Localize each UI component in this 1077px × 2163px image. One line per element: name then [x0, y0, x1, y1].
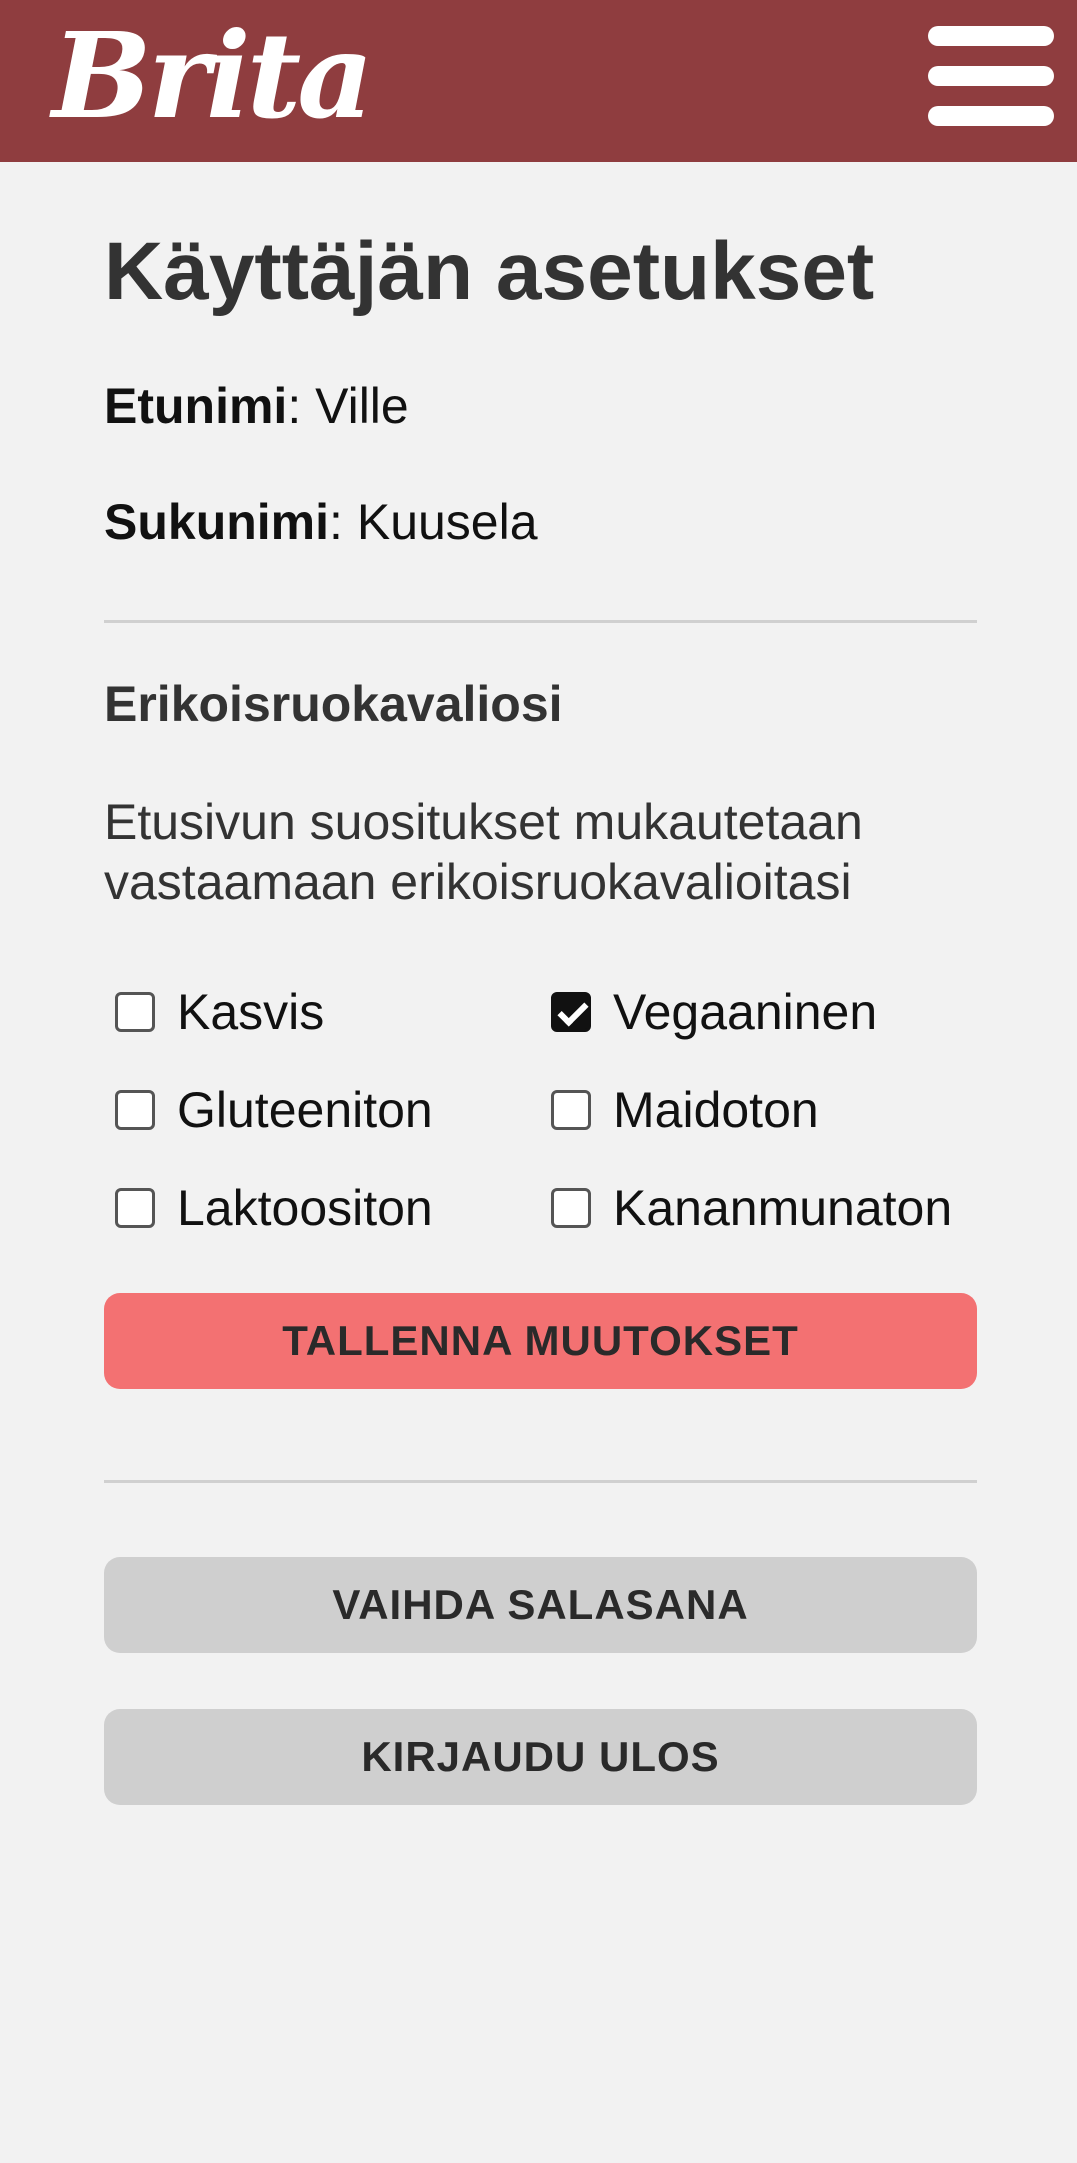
menu-bar-middle — [928, 66, 1054, 86]
checkbox[interactable] — [551, 1188, 591, 1228]
diet-option-kasvis[interactable]: Kasvis — [104, 982, 324, 1042]
diet-option-maidoton[interactable]: Maidoton — [540, 1080, 819, 1140]
brita-logo[interactable]: Brita — [52, 6, 374, 146]
diet-option-label: Laktoositon — [177, 1180, 433, 1236]
change-password-button[interactable]: VAIHDA SALASANA — [104, 1557, 977, 1653]
diet-option-laktoositon[interactable]: Laktoositon — [104, 1178, 433, 1238]
hamburger-menu-icon[interactable] — [928, 26, 1054, 126]
diet-option-label: Maidoton — [613, 1082, 819, 1138]
checkbox[interactable] — [551, 1090, 591, 1130]
first-name-value: Ville — [315, 378, 409, 434]
first-name-separator: : — [287, 378, 302, 434]
diet-option-gluteeniton[interactable]: Gluteeniton — [104, 1080, 433, 1140]
diet-section-title: Erikoisruokavaliosi — [104, 676, 563, 732]
divider — [104, 620, 977, 623]
diet-option-label: Vegaaninen — [613, 984, 878, 1040]
menu-bar-bottom — [928, 106, 1054, 126]
checkbox[interactable] — [115, 992, 155, 1032]
diet-option-label: Gluteeniton — [177, 1082, 433, 1138]
diet-option-vegaaninen[interactable]: Vegaaninen — [540, 982, 877, 1042]
logout-button[interactable]: KIRJAUDU ULOS — [104, 1709, 977, 1805]
diet-option-label: Kananmunaton — [613, 1180, 953, 1236]
checkbox[interactable] — [551, 992, 591, 1032]
first-name-label: Etunimi — [104, 378, 288, 434]
first-name-row: Etunimi: Ville — [104, 376, 409, 436]
checkbox[interactable] — [115, 1090, 155, 1130]
diet-option-label: Kasvis — [177, 984, 325, 1040]
app-header: Brita — [0, 0, 1077, 162]
last-name-separator: : — [329, 494, 343, 550]
save-changes-button[interactable]: TALLENNA MUUTOKSET — [104, 1293, 977, 1389]
menu-bar-top — [928, 26, 1054, 46]
last-name-row: Sukunimi: Kuusela — [104, 492, 538, 552]
page-title: Käyttäjän asetukset — [104, 226, 875, 317]
divider — [104, 1480, 977, 1483]
last-name-label: Sukunimi — [104, 494, 330, 550]
checkbox[interactable] — [115, 1188, 155, 1228]
diet-option-kananmunaton[interactable]: Kananmunaton — [540, 1178, 952, 1238]
last-name-value: Kuusela — [356, 494, 538, 550]
diet-section-description: Etusivun suositukset mukautetaan vastaam… — [104, 794, 863, 910]
